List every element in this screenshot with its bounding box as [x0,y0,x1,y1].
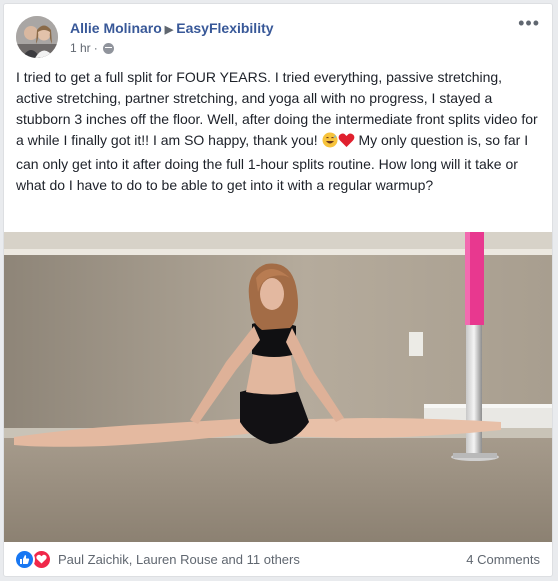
post-card: Allie Molinaro ▶ EasyFlexibility 1 hr · ••… [3,3,553,577]
post-text: I tried to get a full split for FOUR YEA… [16,67,542,196]
post-meta: Allie Molinaro ▶ EasyFlexibility 1 hr · [70,20,274,55]
triangle-right-icon: ▶ [164,24,174,36]
globe-icon[interactable] [102,42,114,54]
heart-emoji-icon [338,132,355,154]
more-options-icon[interactable]: ••• [518,14,540,32]
post-time[interactable]: 1 hr [70,41,91,55]
reaction-names[interactable]: Paul Zaichik, Lauren Rouse and 11 others [58,552,300,567]
like-icon [14,548,35,570]
post-photo[interactable] [4,232,552,542]
grinning-sweat-emoji-icon [322,132,338,154]
splits-photo [4,232,552,542]
group-name[interactable]: EasyFlexibility [176,20,273,36]
avatar-photo [16,16,58,58]
author-name[interactable]: Allie Molinaro [70,20,162,36]
reaction-icons[interactable] [14,548,52,570]
reactions-bar: Paul Zaichik, Lauren Rouse and 11 others… [14,545,540,573]
separator-dot: · [93,41,98,55]
post-header: Allie Molinaro ▶ EasyFlexibility 1 hr · ••… [14,14,542,60]
post-subline: 1 hr · [70,41,274,55]
comments-count[interactable]: 4 Comments [466,552,540,567]
author-avatar[interactable] [16,16,58,58]
author-line: Allie Molinaro ▶ EasyFlexibility [70,20,274,36]
